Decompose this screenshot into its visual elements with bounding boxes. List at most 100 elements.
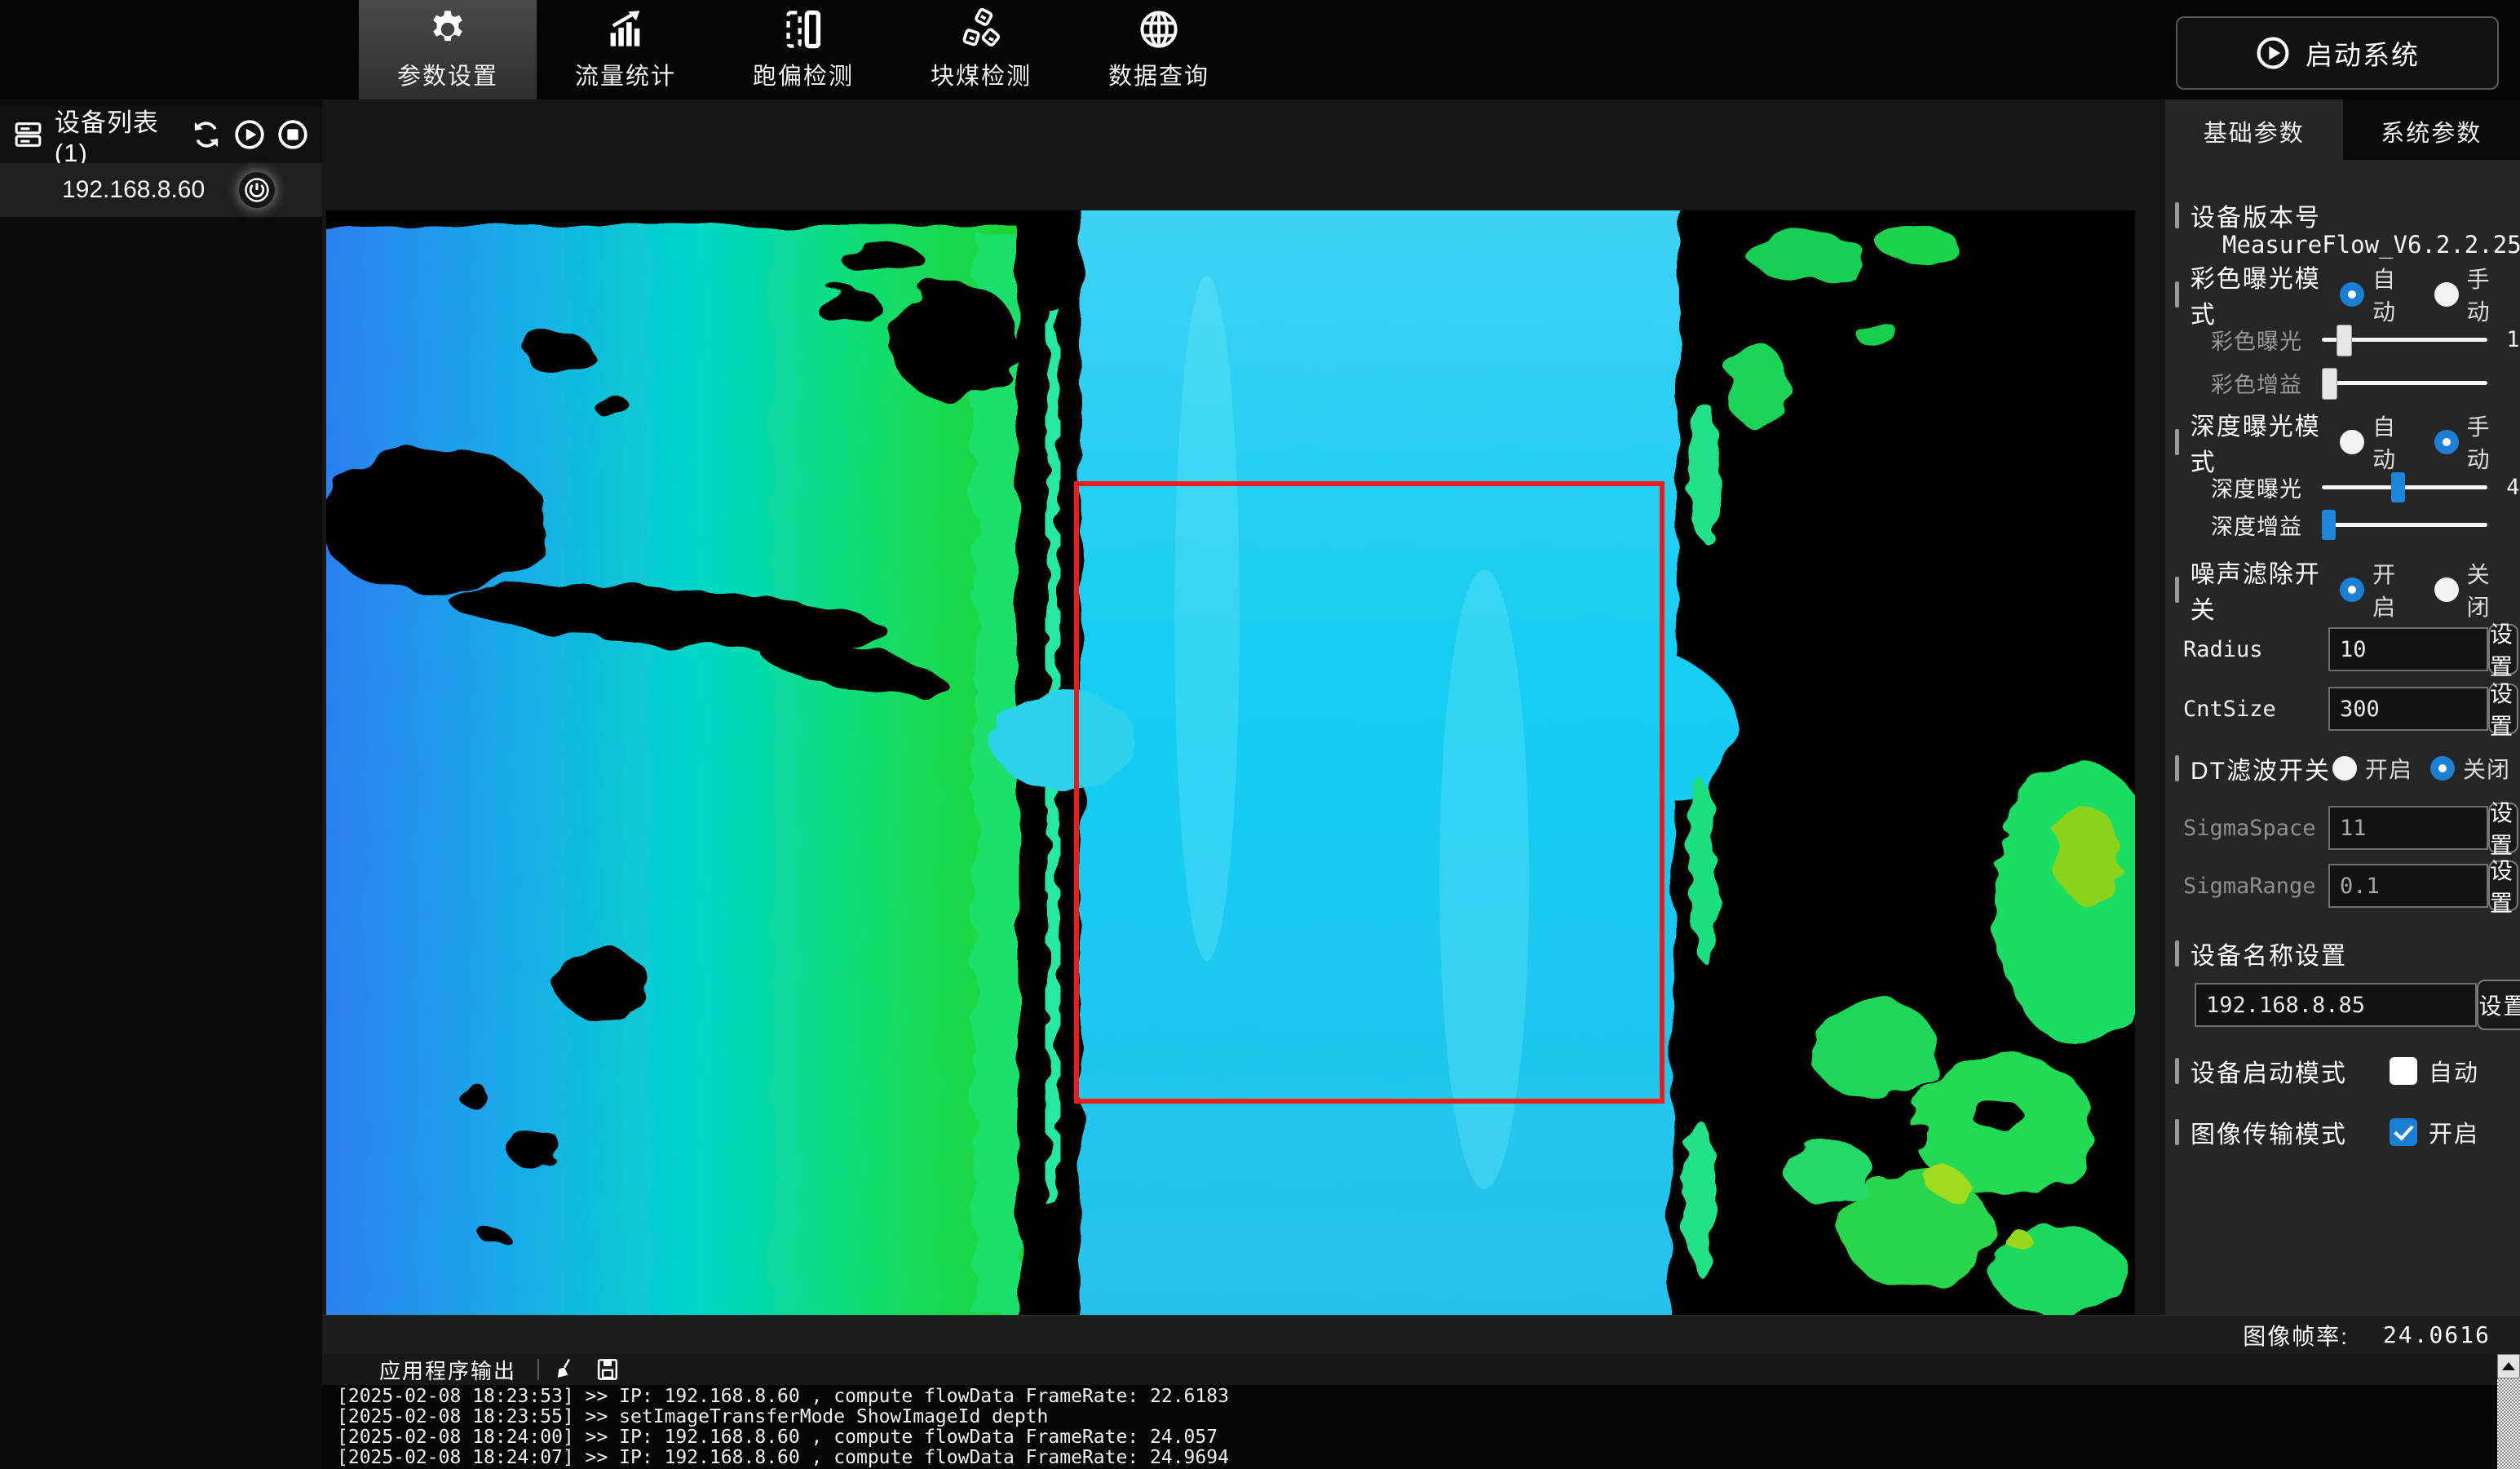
transfer-mode-checkbox[interactable] <box>2390 1118 2417 1146</box>
save-log-button[interactable] <box>591 1356 624 1383</box>
clear-log-button[interactable] <box>549 1356 581 1383</box>
device-sidebar: 设备列表(1) <box>0 100 322 1469</box>
radio-label: 手动 <box>2467 262 2510 327</box>
slider-label: 彩色增益 <box>2211 367 2310 399</box>
tab-basic-params[interactable]: 基础参数 <box>2165 100 2343 160</box>
boot-mode-checkbox[interactable] <box>2390 1057 2417 1085</box>
toolbar-tab-flow-stats[interactable]: 流量统计 <box>537 0 714 100</box>
tab-system-params[interactable]: 系统参数 <box>2343 100 2520 160</box>
dt-filter-row: DT滤波开关 开启 关闭 <box>2175 750 2510 786</box>
slider-handle[interactable] <box>2322 368 2337 400</box>
toolbar-tab-deviation-detect[interactable]: 跑偏检测 <box>714 0 892 100</box>
coal-lumps-icon <box>960 8 1002 51</box>
slider-value: 16 <box>2499 512 2520 538</box>
radio-label: 手动 <box>2467 409 2510 475</box>
cntsize-set-button[interactable]: 设置 <box>2488 684 2518 734</box>
slider-track <box>2322 381 2487 385</box>
section-device-name: 设备名称设置 <box>2175 936 2510 971</box>
frame-rate-value: 24.0616 <box>2383 1321 2491 1348</box>
slider-handle[interactable] <box>2322 510 2336 540</box>
log-line: [2025-02-08 18:24:07] >> IP: 192.168.8.6… <box>337 1448 2487 1468</box>
slider-handle[interactable] <box>2391 472 2405 502</box>
slider-value: 16 <box>2499 370 2520 396</box>
console-scrollbar[interactable] <box>2497 1354 2520 1469</box>
log-line: [2025-02-08 18:23:55] >> setImageTransfe… <box>337 1407 2487 1427</box>
depth-exposure-slider[interactable] <box>2322 471 2487 503</box>
device-row[interactable]: 192.168.8.60 <box>0 163 322 217</box>
section-heading: 设备启动模式 <box>2175 1053 2347 1089</box>
toolbar-tab-coal-detect[interactable]: 块煤检测 <box>892 0 1070 100</box>
color-exposure-mode-group: 自动 手动 <box>2340 262 2510 327</box>
panel-tab-bar: 基础参数 系统参数 <box>2165 100 2520 160</box>
toolbar-tab-param-settings[interactable]: 参数设置 <box>359 0 537 100</box>
toolbar-tab-label: 块煤检测 <box>931 57 1032 91</box>
device-list-header: 设备列表(1) <box>0 106 322 163</box>
slider-handle[interactable] <box>2337 325 2352 356</box>
cntsize-row: CntSize 设置 <box>2175 683 2518 735</box>
broom-icon <box>553 1357 577 1382</box>
play-circle-icon <box>2255 35 2291 71</box>
toolbar-tab-label: 数据查询 <box>1108 57 1209 91</box>
console-panel: 应用程序输出 [2025-02-08 <box>322 1354 2520 1469</box>
sigma-space-set-button[interactable]: 设置 <box>2488 803 2518 853</box>
cntsize-input[interactable] <box>2328 687 2488 731</box>
bar-chart-icon <box>604 8 647 51</box>
section-heading: DT滤波开关 <box>2175 750 2331 786</box>
device-name-input[interactable] <box>2195 983 2477 1027</box>
stop-device-button[interactable] <box>274 116 311 153</box>
radio-label: 开启 <box>2372 557 2416 622</box>
console-header: 应用程序输出 <box>322 1354 2520 1385</box>
save-icon <box>595 1357 620 1382</box>
dt-filter-group: 开启 关闭 <box>2332 752 2510 785</box>
color-exposure-mode-row: 彩色曝光模式 自动 手动 <box>2175 277 2510 312</box>
radio-noise-off[interactable] <box>2434 577 2459 602</box>
sigma-space-input[interactable] <box>2328 806 2488 850</box>
toolbar-tab-label: 跑偏检测 <box>753 57 854 91</box>
deviation-icon <box>782 8 825 51</box>
depth-gain-row: 深度增益 16 <box>2175 507 2520 542</box>
scroll-up-button[interactable] <box>2497 1354 2520 1378</box>
depth-map-image[interactable] <box>326 210 2135 1315</box>
sigma-range-input[interactable] <box>2328 864 2488 908</box>
radius-set-button[interactable]: 设置 <box>2488 624 2518 675</box>
radio-dt-on[interactable] <box>2332 756 2357 781</box>
color-exposure-row: 彩色曝光 100 <box>2175 321 2520 357</box>
device-list-icon <box>13 119 43 150</box>
device-power-button[interactable] <box>239 172 275 208</box>
start-system-button[interactable]: 启动系统 <box>2176 16 2499 90</box>
top-toolbar: 参数设置 流量统计 跑偏检测 <box>0 0 2520 100</box>
console-title: 应用程序输出 <box>379 1355 516 1385</box>
radio-noise-on[interactable] <box>2340 577 2364 602</box>
radio-color-manual[interactable] <box>2434 282 2459 307</box>
param-label: CntSize <box>2183 697 2328 722</box>
radio-depth-manual[interactable] <box>2434 430 2459 454</box>
depth-gain-slider[interactable] <box>2322 508 2487 541</box>
noise-filter-group: 开启 关闭 <box>2340 557 2510 622</box>
radio-label: 自动 <box>2372 262 2416 327</box>
sigma-range-row: SigmaRange 设置 <box>2175 860 2518 912</box>
radio-dt-off[interactable] <box>2430 756 2455 781</box>
toolbar-tab-data-query[interactable]: 数据查询 <box>1070 0 1248 100</box>
device-name-set-button[interactable]: 设置 <box>2477 980 2520 1030</box>
color-gain-slider[interactable] <box>2322 366 2487 399</box>
device-ip: 192.168.8.60 <box>62 176 205 204</box>
slider-value: 100 <box>2499 327 2520 352</box>
sigma-space-row: SigmaSpace 设置 <box>2175 802 2518 854</box>
start-device-button[interactable] <box>232 116 268 153</box>
radius-input[interactable] <box>2328 627 2488 671</box>
device-version-value: MeasureFlow_V6.2.2.250207 <box>2175 231 2520 259</box>
refresh-devices-button[interactable] <box>188 116 225 153</box>
depth-exposure-mode-group: 自动 手动 <box>2340 409 2510 475</box>
radio-label: 自动 <box>2372 409 2416 475</box>
slider-label: 深度曝光 <box>2211 471 2310 503</box>
sigma-range-set-button[interactable]: 设置 <box>2488 861 2518 911</box>
section-heading: 噪声滤除开关 <box>2175 554 2340 626</box>
refresh-icon <box>190 118 223 151</box>
color-exposure-slider[interactable] <box>2322 323 2487 356</box>
device-list-title: 设备列表(1) <box>55 102 188 168</box>
depth-exposure-mode-row: 深度曝光模式 自动 手动 <box>2175 424 2510 460</box>
radio-color-auto[interactable] <box>2340 282 2364 307</box>
radius-row: Radius 设置 <box>2175 623 2518 675</box>
color-gain-row: 彩色增益 16 <box>2175 365 2520 400</box>
radio-depth-auto[interactable] <box>2340 430 2364 454</box>
